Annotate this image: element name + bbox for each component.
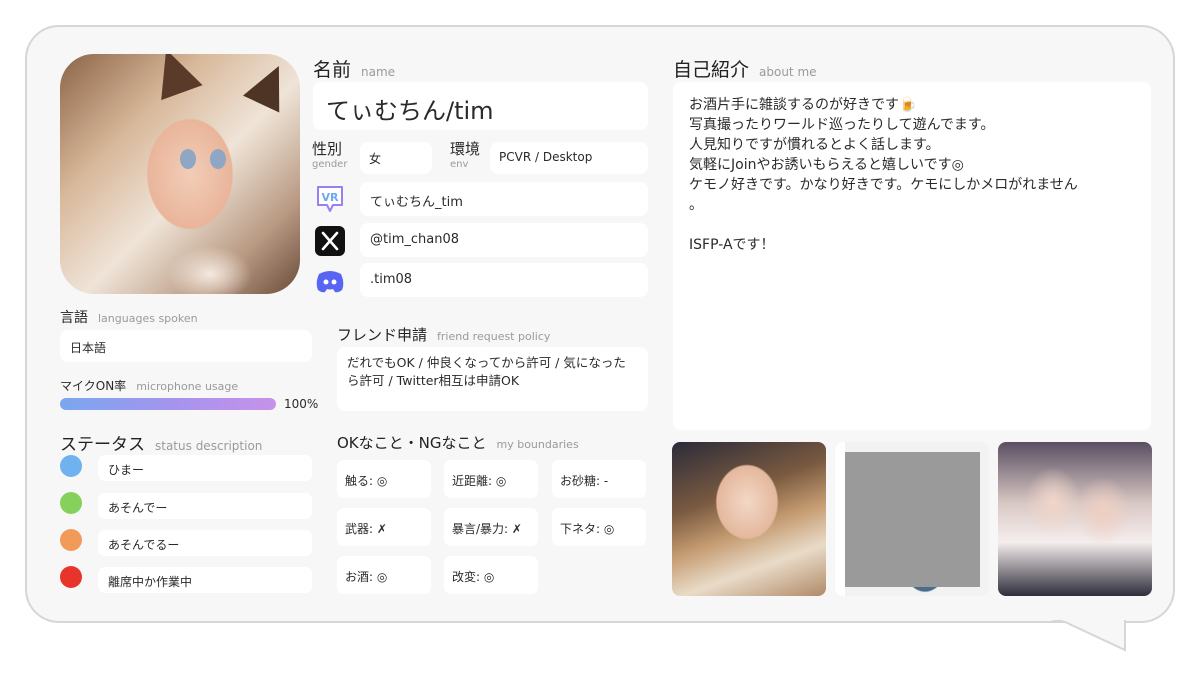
about-heading: 自己紹介 about me	[673, 59, 817, 81]
mic-percent: 100%	[284, 397, 319, 411]
svg-text:VR: VR	[322, 191, 340, 204]
vrchat-account: てぃむちん_tim	[360, 182, 648, 216]
boundary-item: 下ネタ: ◎	[552, 508, 646, 546]
env-heading: 環境 env	[450, 140, 481, 171]
name-value: てぃむちん/tim	[313, 82, 648, 130]
gender-heading: 性別 gender	[312, 140, 348, 171]
mic-usage-fill	[60, 398, 276, 410]
status-label: 離席中か作業中	[98, 567, 312, 593]
boundary-item: お酒: ◎	[337, 556, 431, 594]
languages-value: 日本語	[60, 330, 312, 362]
discord-icon	[316, 271, 344, 293]
photo-2	[835, 442, 989, 596]
about-box: お酒片手に雑談するのが好きです🍺 写真撮ったりワールド巡ったりして遊んでます。 …	[673, 82, 1151, 430]
name-heading: 名前 name	[313, 59, 396, 81]
boundary-item: 改変: ◎	[444, 556, 538, 594]
boundary-item: お砂糖: -	[552, 460, 646, 498]
photo-1	[672, 442, 826, 596]
discord-account: .tim08	[360, 263, 648, 297]
x-account: @tim_chan08	[360, 223, 648, 257]
boundaries-heading: OKなこと・NGなこと my boundaries	[337, 434, 579, 452]
vrchat-icon: VR	[317, 186, 343, 212]
gender-value: 女	[360, 142, 432, 174]
status-heading: ステータス status description	[60, 435, 263, 455]
photo-3	[998, 442, 1152, 596]
status-label: あそんでー	[98, 493, 312, 519]
languages-heading: 言語 languages spoken	[60, 310, 198, 326]
boundary-item: 近距離: ◎	[444, 460, 538, 498]
boundary-item: 暴言/暴力: ✗	[444, 508, 538, 546]
boundary-item: 武器: ✗	[337, 508, 431, 546]
x-icon	[315, 226, 345, 256]
friend-heading: フレンド申請 friend request policy	[337, 326, 551, 344]
avatar	[60, 54, 300, 294]
mic-usage-bar	[60, 398, 276, 410]
about-text: お酒片手に雑談するのが好きです🍺 写真撮ったりワールド巡ったりして遊んでます。 …	[689, 97, 1078, 253]
mic-heading: マイクON率 microphone usage	[60, 379, 239, 393]
status-dot	[60, 566, 82, 588]
env-value: PCVR / Desktop	[490, 142, 648, 174]
speech-bubble-tail	[1025, 614, 1135, 652]
status-label: ひまー	[98, 455, 312, 481]
status-dot	[60, 455, 82, 477]
status-dot	[60, 492, 82, 514]
status-label: あそんでるー	[98, 530, 312, 556]
friend-policy: だれでもOK / 仲良くなってから許可 / 気になったら許可 / Twitter…	[337, 347, 648, 411]
boundary-item: 触る: ◎	[337, 460, 431, 498]
status-dot	[60, 529, 82, 551]
